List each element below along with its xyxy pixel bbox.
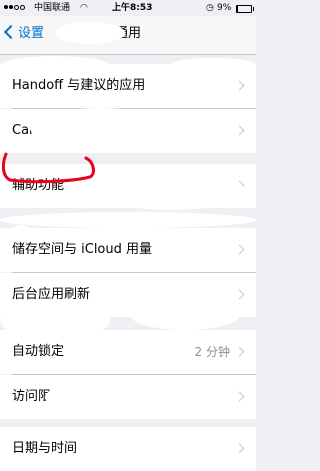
- redaction-smudge: [10, 225, 32, 241]
- redaction-smudge: [95, 172, 245, 210]
- chevron-right-icon: [234, 244, 245, 255]
- chevron-right-icon: [234, 80, 245, 91]
- redaction-smudge: [0, 304, 110, 338]
- chevron-right-icon: [234, 125, 245, 136]
- chevron-right-icon: [234, 346, 245, 357]
- status-bar: 中国联通 ◠ 上午8:53 ◷ 9%: [0, 0, 256, 26]
- settings-row-storage[interactable]: 储存空间与 iCloud 用量: [0, 228, 256, 272]
- redaction-smudge: [0, 56, 110, 76]
- redaction-smudge: [55, 22, 125, 44]
- settings-row-date-time[interactable]: 日期与时间: [0, 427, 256, 471]
- redaction-smudge: [130, 300, 240, 330]
- row-label: 储存空间与 iCloud 用量: [12, 242, 153, 257]
- status-time: 上午8:53: [112, 3, 153, 13]
- wifi-icon: ◠: [80, 3, 88, 13]
- chevron-right-icon: [234, 443, 245, 454]
- carrier-name: 中国联通: [34, 3, 71, 13]
- chevron-right-icon: [234, 391, 245, 402]
- redaction-smudge: [0, 212, 256, 228]
- row-value: 2 分钟: [194, 345, 230, 359]
- orientation-lock-icon: ◷: [206, 3, 214, 13]
- redaction-smudge: [30, 108, 170, 148]
- redaction-smudge: [45, 377, 235, 417]
- battery-percentage: 9%: [217, 3, 232, 13]
- navigation-bar: 设置 通用: [0, 16, 256, 55]
- annotation-circle: [1, 152, 95, 184]
- signal-strength-icon: [4, 5, 30, 26]
- page-title: 通用: [114, 26, 141, 41]
- redaction-smudge: [170, 58, 256, 72]
- row-label: 日期与时间: [12, 441, 78, 456]
- chevron-right-icon: [234, 289, 245, 300]
- battery-icon: [236, 5, 254, 13]
